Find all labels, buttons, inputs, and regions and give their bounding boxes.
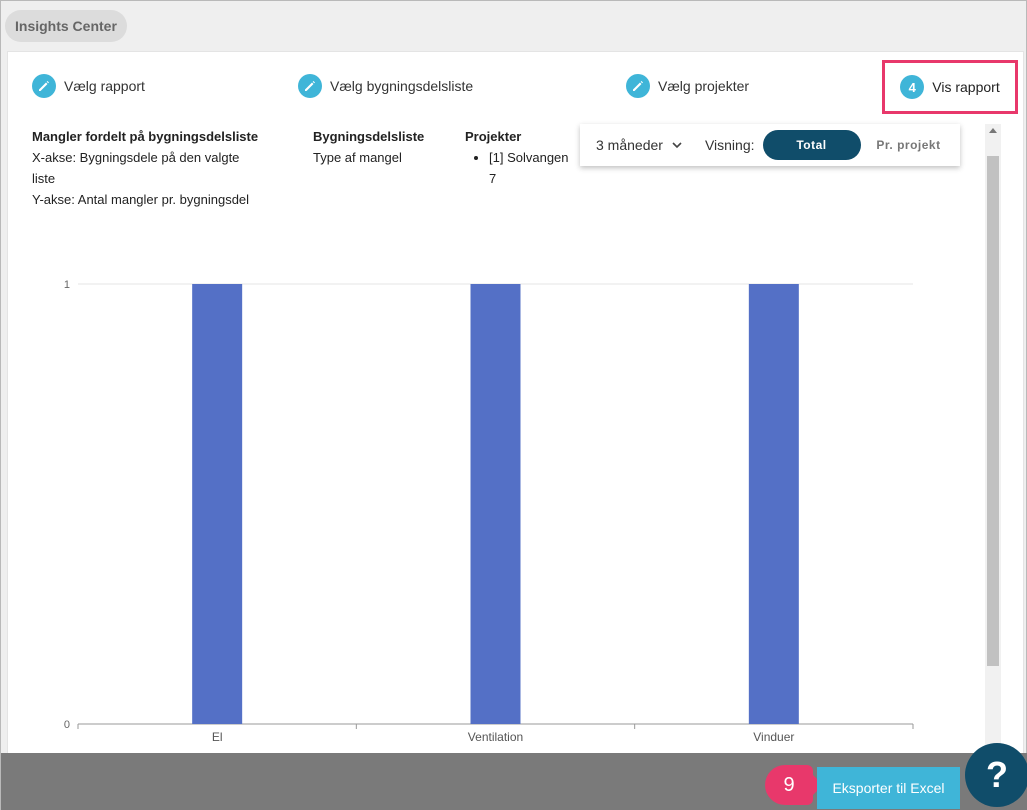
x-axis-description: X-akse: Bygningsdele på den valgte [32,150,240,165]
projects-heading: Projekter [465,129,522,144]
period-value: 3 måneder [596,137,663,153]
window-frame: Insights Center Vælg rapport Vælg bygnin… [0,0,1027,810]
step-choose-projects[interactable]: Vælg projekter [626,74,749,98]
pencil-icon [626,74,650,98]
step-label: Vis rapport [932,79,1000,95]
chevron-down-icon [672,142,682,149]
report-panel: Vælg rapport Vælg bygningsdelsliste Vælg… [7,51,1024,762]
step-choose-building-list[interactable]: Vælg bygningsdelsliste [298,74,473,98]
toggle-per-project-button[interactable]: Pr. projekt [861,130,957,160]
report-heading: Mangler fordelt på bygningsdelsliste [32,129,259,144]
step-badge: 9 [765,765,823,805]
step-number: 4 [900,75,925,99]
bar [470,284,521,724]
y-tick-label: 0 [64,719,70,731]
step-label: Vælg bygningsdelsliste [330,78,474,94]
pencil-icon [32,74,56,98]
period-dropdown[interactable]: 3 måneder [596,137,683,153]
project-item: [1] Solvangen7 [489,147,569,189]
building-list-heading: Bygningsdelsliste [313,129,425,144]
step-label: Vælg projekter [658,78,750,94]
step-label: Vælg rapport [64,78,145,94]
y-axis-description: Y-akse: Antal mangler pr. bygningsdel [32,192,250,207]
app-title-chip[interactable]: Insights Center [5,10,127,42]
bar [192,284,243,724]
view-controls: 3 måneder Visning: Total Pr. projekt [580,124,960,166]
vertical-scrollbar[interactable] [985,124,1001,762]
scrollbar-thumb[interactable] [987,156,999,666]
export-excel-button[interactable]: Eksporter til Excel [817,767,960,809]
bar [748,284,799,724]
report-description: Mangler fordelt på bygningsdelsliste X-a… [32,126,282,210]
toggle-total-button[interactable]: Total [762,130,861,160]
projects-info: Projekter [1] Solvangen7 [465,126,569,189]
scroll-up-icon[interactable] [989,128,997,133]
bar-chart: 0 1 El Ventilation Vinduer [64,279,914,744]
building-list-value: Type af mangel [313,150,402,165]
step-show-report[interactable]: 4 Vis rapport [882,60,1018,114]
help-button[interactable]: ? [965,743,1027,807]
step-choose-report[interactable]: Vælg rapport [32,74,145,98]
x-tick-label: Vinduer [753,730,794,744]
x-tick-label: Ventilation [468,730,523,744]
building-list-info: Bygningsdelsliste Type af mangel [313,126,424,168]
view-mode-label: Visning: [704,137,755,153]
x-tick-label: El [212,730,223,744]
y-tick-label: 1 [64,279,70,291]
pencil-icon [298,74,322,98]
x-axis-description-cont: liste [32,171,56,186]
